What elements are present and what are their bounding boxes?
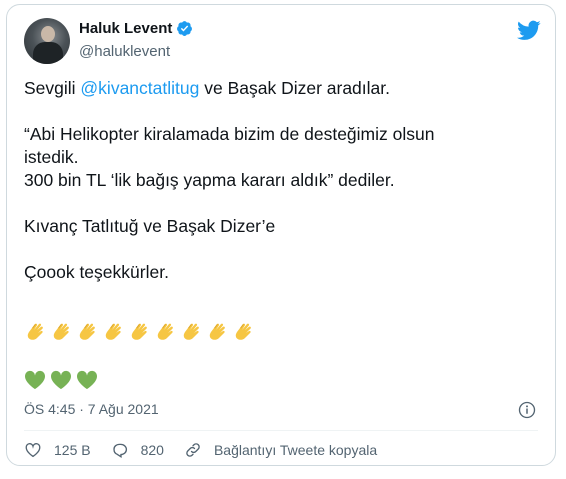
- green-heart-icon: [76, 371, 98, 390]
- tweet-text-suffix: ve Başak Dizer aradılar.: [199, 78, 390, 98]
- copy-link-button[interactable]: Bağlantıyı Tweete kopyala: [184, 441, 377, 459]
- heart-icon: [25, 443, 41, 458]
- reply-count: 820: [140, 442, 164, 458]
- clap-icon: [157, 323, 173, 340]
- author-name[interactable]: Haluk Levent: [79, 20, 172, 37]
- tweet-text-prefix: Sevgili: [24, 78, 81, 98]
- clapping-emoji-row: [24, 317, 258, 343]
- link-icon: [186, 443, 200, 457]
- clap-icon: [183, 323, 199, 340]
- clap-icon: [105, 323, 121, 340]
- tweet-para2-line1: “Abi Helikopter kiralamada bizim de dest…: [24, 124, 435, 144]
- like-button[interactable]: 125 B: [24, 441, 91, 459]
- clap-icon: [53, 323, 69, 340]
- green-heart-icon: [50, 371, 72, 390]
- author-name-row[interactable]: Haluk Levent: [79, 20, 193, 37]
- tweet-card: Haluk Levent @haluklevent Sevgili @kivan…: [6, 4, 556, 466]
- info-icon[interactable]: [518, 401, 536, 419]
- mention-link[interactable]: @kivanctatlitug: [80, 78, 199, 98]
- tweet-timestamp[interactable]: ÖS 4:45 · 7 Ağu 2021: [24, 401, 159, 417]
- tweet-para2-line3: 300 bin TL ‘lik bağış yapma kararı aldık…: [24, 170, 395, 190]
- author-handle[interactable]: @haluklevent: [79, 43, 170, 60]
- green-heart-emoji-row: [24, 366, 102, 392]
- clap-icon: [235, 323, 251, 340]
- clap-icon: [209, 323, 225, 340]
- tweet-para4: Çoook teşekkürler.: [24, 262, 169, 282]
- clap-icon: [27, 323, 43, 340]
- reply-icon: [112, 443, 127, 458]
- verified-badge-icon: [177, 21, 193, 36]
- divider: [24, 430, 538, 431]
- tweet-actions: 125 B 820 Bağlantıyı Tweete kopyala: [24, 441, 397, 459]
- tweet-para3: Kıvanç Tatlıtuğ ve Başak Dizer’e: [24, 216, 276, 236]
- like-count: 125 B: [54, 442, 91, 458]
- tweet-line-1: Sevgili @kivanctatlitug ve Başak Dizer a…: [24, 77, 539, 100]
- tweet-para2-line2: istedik.: [24, 147, 79, 167]
- tweet-text: Sevgili @kivanctatlitug ve Başak Dizer a…: [24, 77, 539, 284]
- clap-icon: [131, 323, 147, 340]
- copy-link-label: Bağlantıyı Tweete kopyala: [213, 442, 378, 458]
- clap-icon: [79, 323, 95, 340]
- avatar[interactable]: [24, 18, 70, 64]
- green-heart-icon: [24, 371, 46, 390]
- twitter-bird-icon[interactable]: [517, 18, 541, 42]
- reply-button[interactable]: 820: [111, 441, 164, 459]
